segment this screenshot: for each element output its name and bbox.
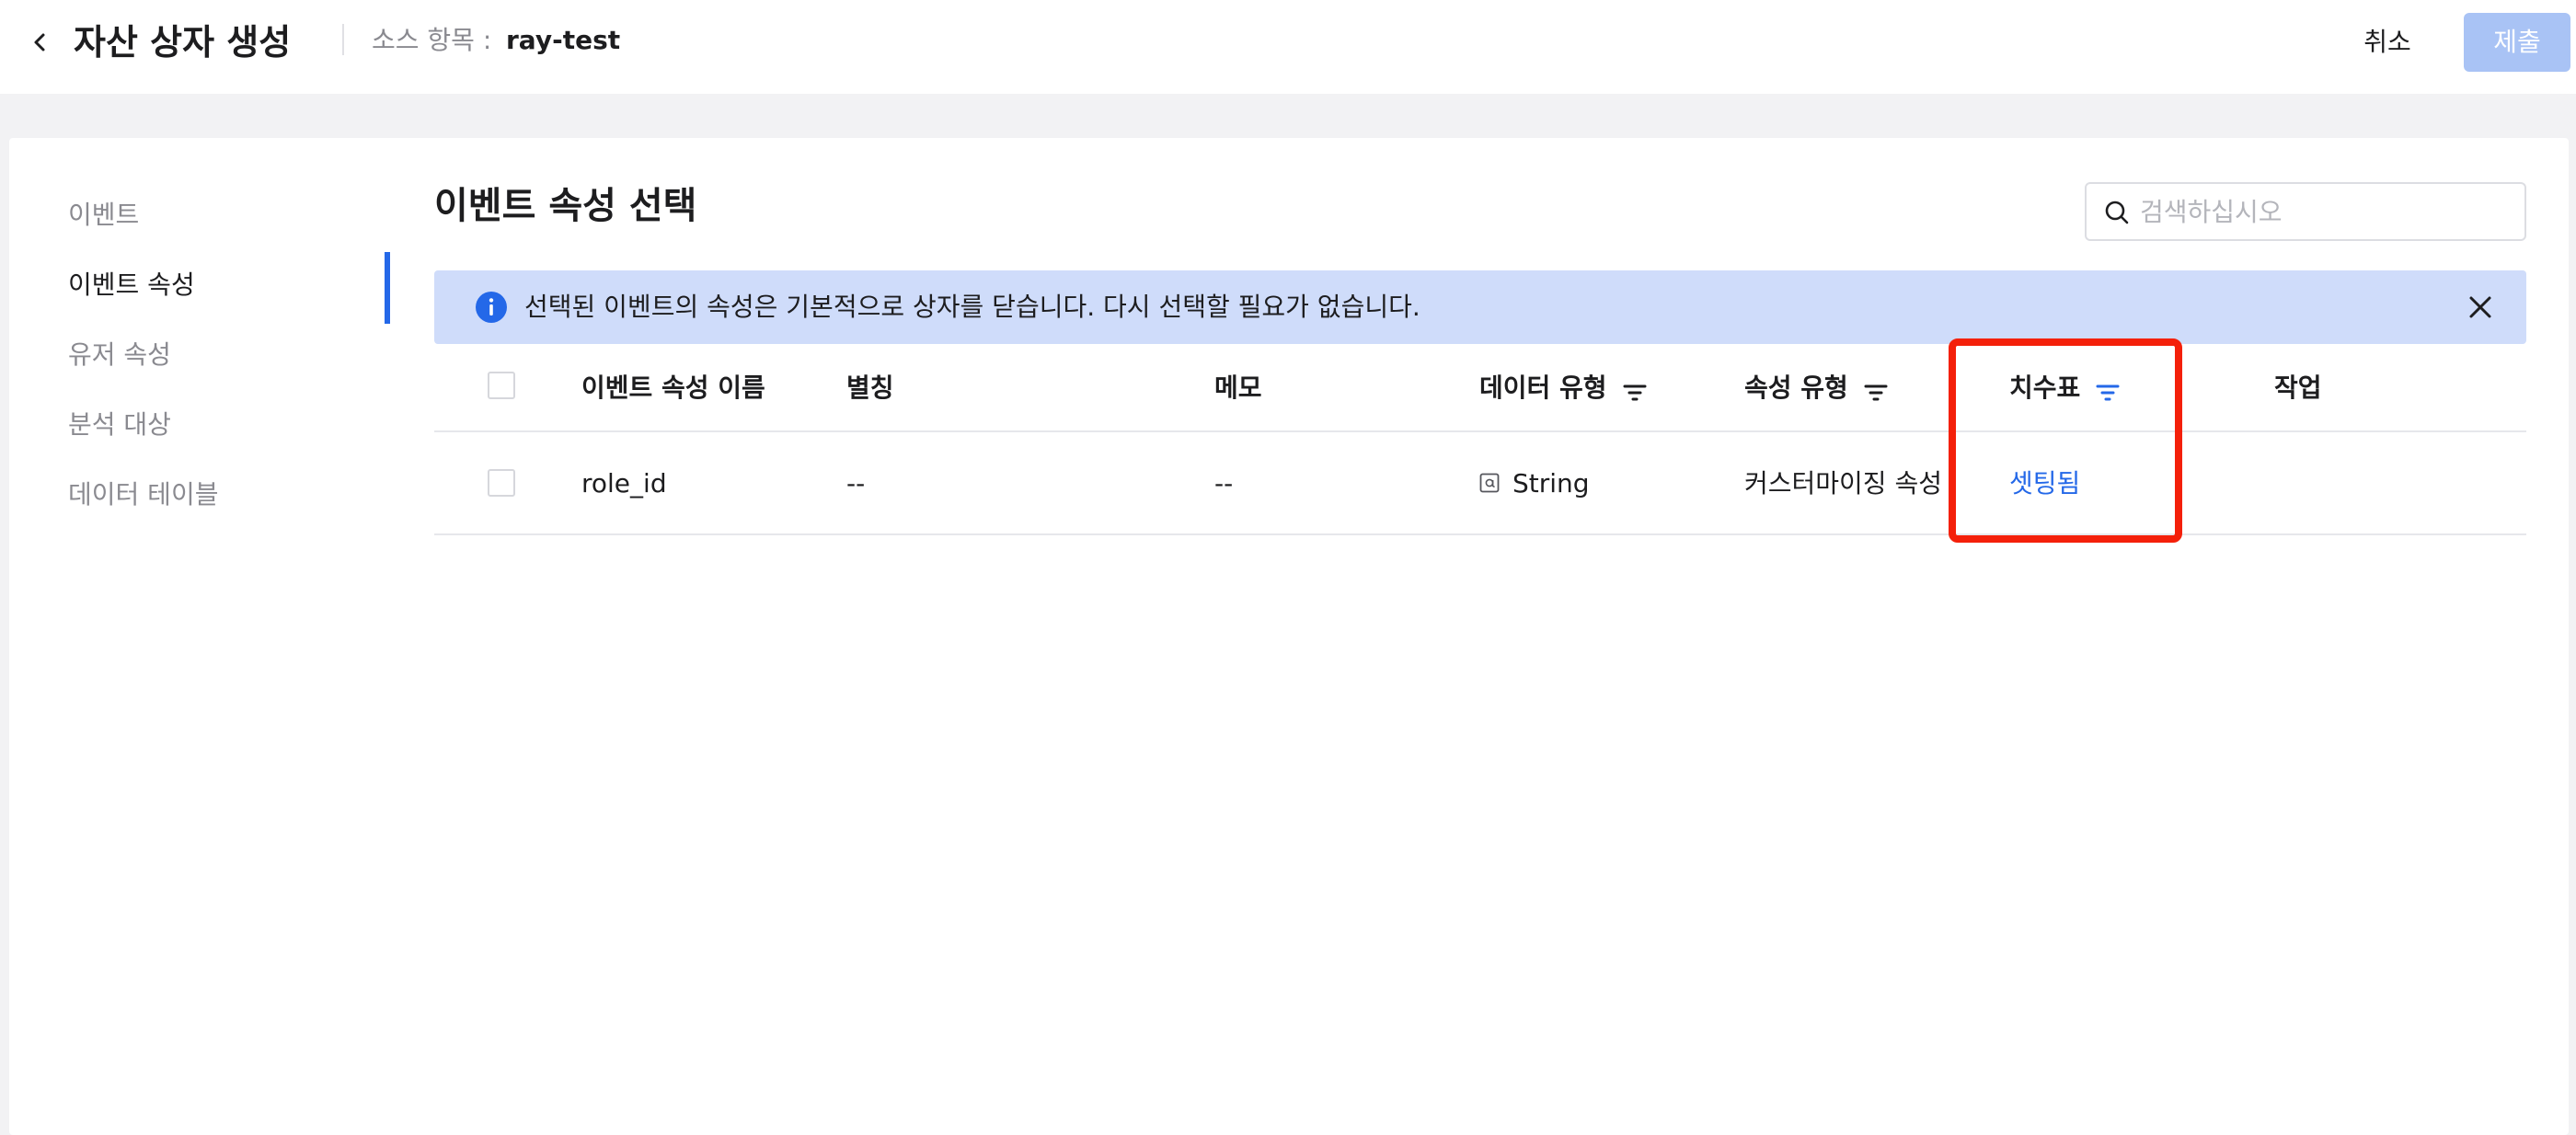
sidebar-item-events[interactable]: 이벤트 [68, 197, 139, 234]
search-box[interactable] [2085, 182, 2526, 241]
info-icon [476, 292, 507, 323]
title-divider [342, 24, 344, 55]
source-label: 소스 항목 : [372, 25, 492, 55]
back-arrow-icon[interactable] [26, 24, 55, 61]
table-row: role_id -- -- String 커스터마이징 속성 셋팅됨 [434, 432, 2526, 535]
sidebar-item-event-properties[interactable]: 이벤트 속성 [68, 267, 195, 304]
column-header-memo: 메모 [1214, 373, 1262, 403]
page-title: 자산 상자 생성 [74, 22, 292, 63]
info-banner-text: 선택된 이벤트의 속성은 기본적으로 상자를 닫습니다. 다시 선택할 필요가 … [524, 292, 1420, 322]
cell-name: role_id [581, 468, 667, 499]
cancel-button[interactable]: 취소 [2346, 22, 2429, 63]
cell-data-type: String [1479, 464, 1590, 504]
column-header-name: 이벤트 속성 이름 [581, 373, 765, 403]
column-header-property-type-label: 속성 유형 [1744, 373, 1848, 403]
main-card: 이벤트 이벤트 속성 유저 속성 분석 대상 데이터 테이블 이벤트 속성 선택… [9, 138, 2569, 1135]
sidebar-item-data-tables[interactable]: 데이터 테이블 [68, 476, 218, 513]
column-header-dimension-label: 치수표 [2009, 373, 2081, 403]
table-header: 이벤트 속성 이름 별칭 메모 데이터 유형 속성 유형 치수표 작업 [434, 344, 2526, 432]
submit-button[interactable]: 제출 [2464, 13, 2570, 72]
info-banner: 선택된 이벤트의 속성은 기본적으로 상자를 닫습니다. 다시 선택할 필요가 … [434, 270, 2526, 344]
cell-property-type: 커스터마이징 속성 [1744, 468, 1942, 499]
column-header-alias: 별칭 [846, 373, 894, 403]
sidebar-item-user-properties[interactable]: 유저 속성 [68, 337, 171, 373]
sidebar-item-analysis-targets[interactable]: 분석 대상 [68, 407, 171, 443]
top-bar: 자산 상자 생성 소스 항목 : ray-test 취소 제출 [0, 0, 2576, 94]
string-type-icon [1479, 473, 1500, 493]
filter-icon-active[interactable] [2095, 376, 2121, 402]
cell-memo: -- [1214, 468, 1234, 499]
filter-icon[interactable] [1863, 376, 1889, 402]
select-all-checkbox[interactable] [488, 372, 515, 399]
close-icon[interactable] [2464, 291, 2497, 324]
column-header-dimension: 치수표 [2009, 368, 2121, 408]
column-header-data-type: 데이터 유형 [1479, 368, 1648, 408]
sidebar-active-indicator [385, 252, 390, 324]
column-header-data-type-label: 데이터 유형 [1479, 373, 1607, 403]
column-header-action: 작업 [2274, 373, 2322, 403]
filter-icon[interactable] [1622, 376, 1648, 402]
search-icon [2105, 201, 2129, 224]
column-header-property-type: 속성 유형 [1744, 368, 1889, 408]
section-title: 이벤트 속성 선택 [434, 185, 697, 227]
cell-dimension-link[interactable]: 셋팅됨 [2009, 464, 2080, 504]
row-checkbox[interactable] [488, 469, 515, 497]
step-sidebar: 이벤트 이벤트 속성 유저 속성 분석 대상 데이터 테이블 [9, 138, 394, 1135]
search-input[interactable] [2140, 191, 2508, 232]
cell-data-type-label: String [1512, 468, 1590, 499]
cell-alias: -- [846, 468, 866, 499]
source-value: ray-test [506, 25, 621, 55]
